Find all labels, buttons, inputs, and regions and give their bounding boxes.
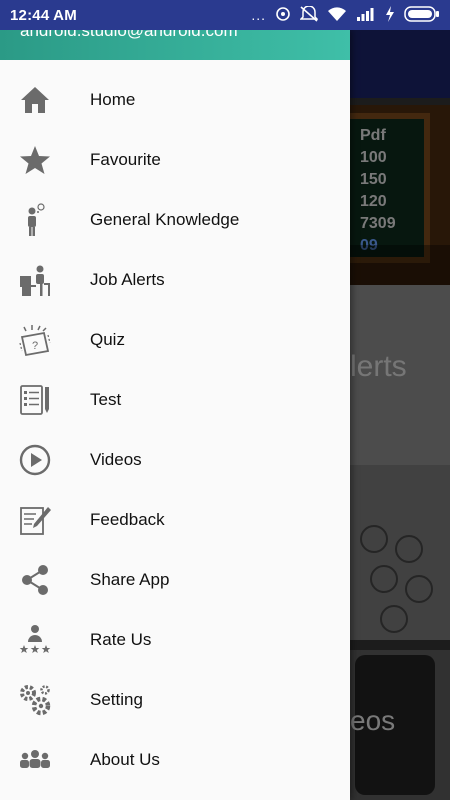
menu-item-label: Home — [90, 90, 136, 109]
menu-item-label: General Knowledge — [90, 210, 240, 229]
share-icon — [0, 563, 90, 597]
menu-item-about-us[interactable]: About Us — [0, 730, 350, 790]
navigation-drawer: android.studio@android.com Home Favourit… — [0, 30, 350, 800]
drawer-menu: Home Favourite General Knowledge Job Ale… — [0, 60, 350, 790]
menu-item-general-knowledge[interactable]: General Knowledge — [0, 190, 350, 250]
menu-item-test[interactable]: Test — [0, 370, 350, 430]
test-sheet-icon — [0, 383, 90, 417]
status-time: 12:44 AM — [10, 6, 77, 24]
drawer-header: android.studio@android.com — [0, 30, 350, 60]
menu-item-label: Videos — [90, 450, 142, 469]
menu-item-label: Rate Us — [90, 630, 152, 649]
desk-worker-icon — [0, 263, 90, 297]
user-email: android.studio@android.com — [20, 30, 238, 40]
menu-item-label: Job Alerts — [90, 270, 165, 289]
home-icon — [0, 83, 90, 117]
menu-item-label: Feedback — [90, 510, 165, 529]
menu-item-videos[interactable]: Videos — [0, 430, 350, 490]
status-icons: ... — [251, 4, 440, 25]
thinking-person-icon — [0, 203, 90, 237]
menu-item-home[interactable]: Home — [0, 70, 350, 130]
signal-icon — [356, 6, 376, 25]
wifi-icon — [327, 6, 347, 25]
menu-item-job-alerts[interactable]: Job Alerts — [0, 250, 350, 310]
menu-item-label: Favourite — [90, 150, 161, 169]
menu-item-label: Quiz — [90, 330, 125, 349]
menu-item-favourite[interactable]: Favourite — [0, 130, 350, 190]
svg-text:?: ? — [32, 340, 38, 352]
rate-icon — [0, 623, 90, 657]
menu-item-share-app[interactable]: Share App — [0, 550, 350, 610]
feedback-icon — [0, 503, 90, 537]
menu-item-feedback[interactable]: Feedback — [0, 490, 350, 550]
menu-item-rate-us[interactable]: Rate Us — [0, 610, 350, 670]
menu-item-label: Setting — [90, 690, 143, 709]
status-bar: 12:44 AM ... — [0, 0, 450, 30]
battery-icon — [404, 5, 440, 25]
charging-icon — [385, 5, 395, 25]
quiz-icon: ? — [0, 323, 90, 357]
star-icon — [0, 143, 90, 177]
menu-item-label: Test — [90, 390, 122, 409]
mute-icon — [299, 4, 319, 25]
notification-dots: ... — [251, 7, 266, 23]
hotspot-icon — [275, 6, 291, 25]
gears-icon — [0, 683, 90, 717]
menu-item-label: Share App — [90, 570, 170, 589]
menu-item-setting[interactable]: Setting — [0, 670, 350, 730]
group-icon — [0, 743, 90, 777]
menu-item-quiz[interactable]: ? Quiz — [0, 310, 350, 370]
play-circle-icon — [0, 443, 90, 477]
menu-item-label: About Us — [90, 750, 160, 769]
drawer-scrim[interactable] — [350, 30, 450, 800]
